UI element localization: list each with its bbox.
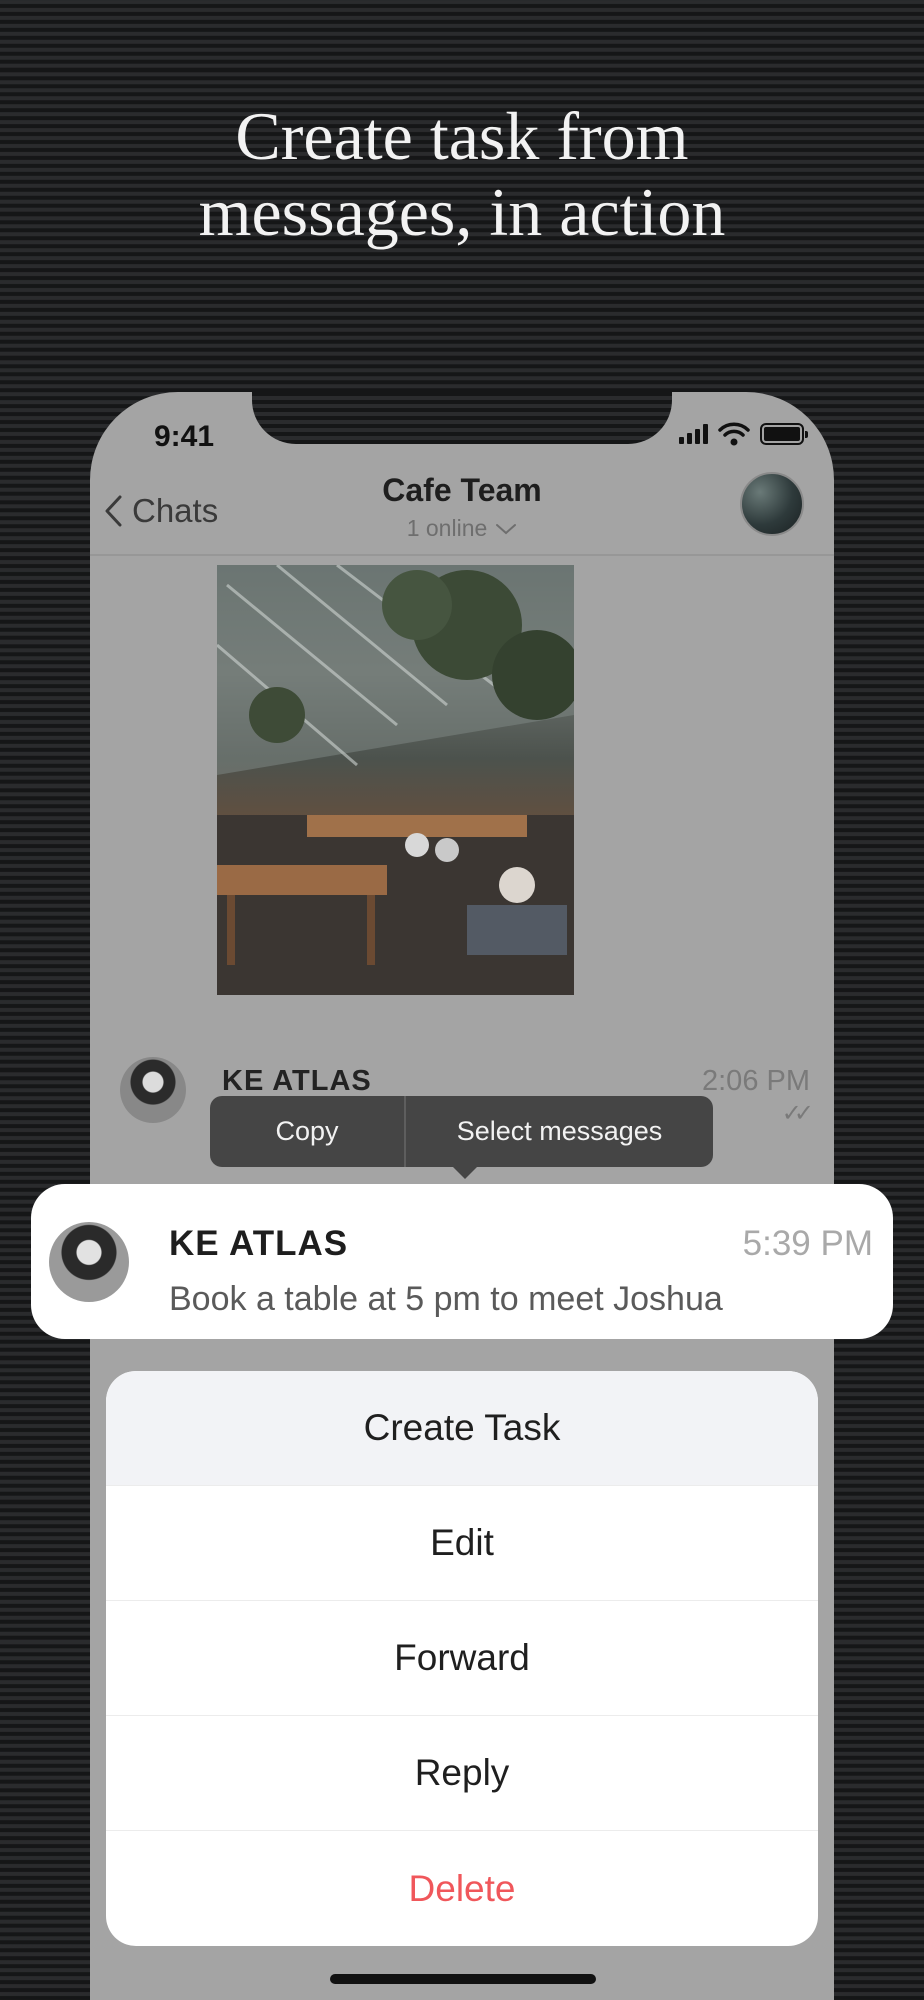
message-text: Book a table at 5 pm to meet Joshua bbox=[169, 1280, 723, 1318]
message-time: 5:39 PM bbox=[742, 1224, 873, 1263]
select-messages-button[interactable]: Select messages bbox=[406, 1096, 713, 1167]
online-count: 1 online bbox=[406, 515, 488, 541]
chat-title-group[interactable]: Cafe Team 1 online bbox=[90, 472, 834, 542]
delete-button[interactable]: Delete bbox=[106, 1831, 818, 1946]
battery-icon bbox=[760, 423, 808, 445]
headline: Create task from messages, in action bbox=[0, 98, 924, 250]
message-photo[interactable] bbox=[217, 565, 574, 995]
status-time: 9:41 bbox=[154, 420, 215, 453]
cafe-photo-illustration bbox=[217, 565, 574, 995]
chat-header: Chats Cafe Team 1 online bbox=[90, 472, 834, 556]
edit-button[interactable]: Edit bbox=[106, 1486, 818, 1601]
sender-name: KE ATLAS bbox=[169, 1224, 349, 1263]
signal-icon bbox=[679, 424, 708, 444]
chat-title: Cafe Team bbox=[382, 472, 542, 508]
sender-name: KE ATLAS bbox=[222, 1065, 372, 1097]
headline-line-2: messages, in action bbox=[198, 174, 726, 250]
home-indicator bbox=[330, 1974, 596, 1984]
sender-avatar bbox=[120, 1057, 186, 1123]
selected-message-card[interactable]: KE ATLAS 5:39 PM Book a table at 5 pm to… bbox=[31, 1184, 893, 1339]
action-sheet: Create Task Edit Forward Reply Delete bbox=[106, 1371, 818, 1946]
context-menu: Copy Select messages bbox=[210, 1096, 713, 1179]
status-icons bbox=[679, 422, 808, 446]
headline-line-1: Create task from bbox=[235, 98, 689, 174]
sender-avatar bbox=[49, 1222, 129, 1302]
group-avatar[interactable] bbox=[740, 472, 804, 536]
forward-button[interactable]: Forward bbox=[106, 1601, 818, 1716]
wifi-icon bbox=[718, 422, 750, 446]
create-task-button[interactable]: Create Task bbox=[106, 1371, 818, 1486]
message-time: 2:06 PM bbox=[702, 1065, 810, 1097]
copy-button[interactable]: Copy bbox=[210, 1096, 406, 1167]
chat-subtitle: 1 online bbox=[407, 515, 518, 542]
reply-button[interactable]: Reply bbox=[106, 1716, 818, 1831]
read-checkmark-icon: ✓✓ bbox=[781, 1100, 814, 1127]
phone-notch bbox=[252, 392, 672, 444]
chevron-down-icon bbox=[496, 523, 517, 534]
